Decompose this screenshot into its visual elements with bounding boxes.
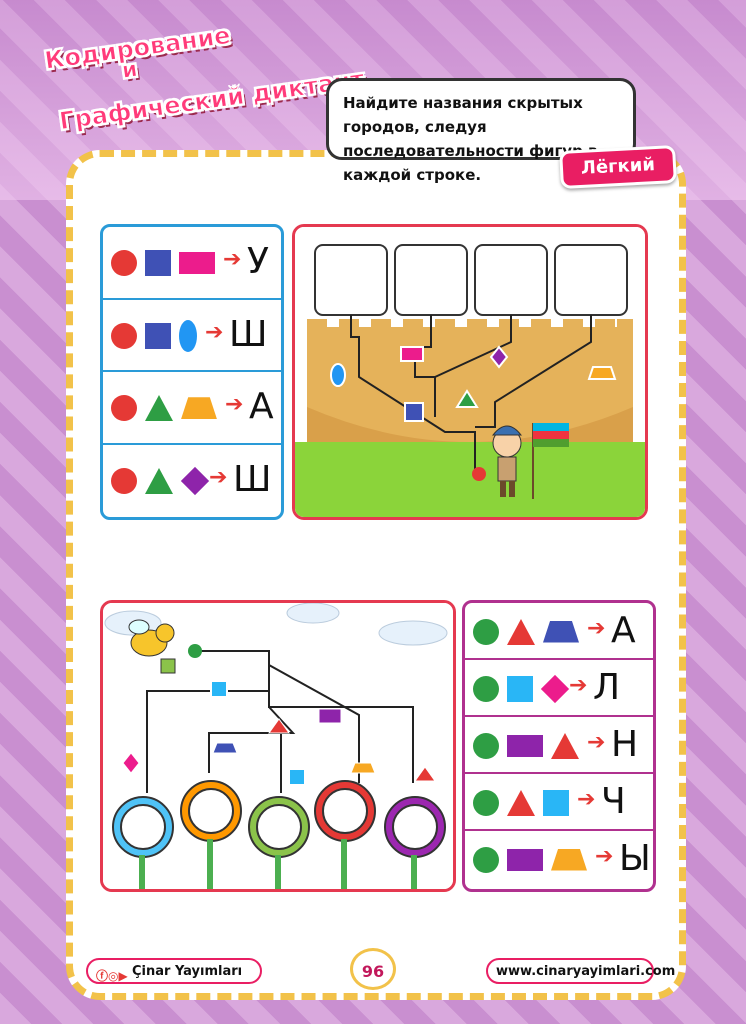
title-line-2: и xyxy=(120,57,140,85)
red-circle-icon xyxy=(111,467,137,494)
green-circle-icon xyxy=(473,675,499,702)
code-letter: А xyxy=(249,386,274,428)
code-row: ➔ Ч xyxy=(465,774,653,831)
blue-trapezoid-icon xyxy=(543,620,579,643)
flower-maze-illustration xyxy=(103,603,453,889)
code-row: ➔ У xyxy=(103,227,281,300)
cyan-square-icon xyxy=(507,675,533,702)
code-letter: Н xyxy=(611,723,639,765)
code-row: ➔ Л xyxy=(465,660,653,717)
code-letter: А xyxy=(611,609,636,651)
green-triangle-icon xyxy=(145,467,173,494)
blue-square-icon xyxy=(145,250,171,277)
purple-rectangle-icon xyxy=(507,848,543,871)
code-row: ➔ А xyxy=(103,372,281,445)
purple-rectangle-icon xyxy=(507,734,543,757)
code-letter: У xyxy=(247,241,269,283)
code-letter: Ы xyxy=(619,837,651,879)
castle-wall-illustration xyxy=(295,227,645,517)
red-triangle-icon xyxy=(551,732,579,759)
green-circle-icon xyxy=(473,732,499,759)
pink-diamond-icon xyxy=(540,674,570,703)
purple-diamond-icon xyxy=(180,466,210,495)
arrow-icon: ➔ xyxy=(569,672,588,698)
red-triangle-icon xyxy=(507,618,535,645)
code-row: ➔ Ш xyxy=(103,300,281,372)
arrow-icon: ➔ xyxy=(587,729,606,755)
publisher-bar: ⓕ◎▶ Çinar Yayımları xyxy=(86,958,262,984)
blue-oval-icon xyxy=(179,319,197,352)
arrow-icon: ➔ xyxy=(577,786,596,812)
orange-trapezoid-icon xyxy=(551,848,587,871)
puzzle2-scene xyxy=(100,600,456,892)
green-circle-icon xyxy=(473,846,499,873)
arrow-icon: ➔ xyxy=(205,319,224,345)
pink-rectangle-icon xyxy=(179,252,215,275)
social-icons: ⓕ◎▶ xyxy=(96,969,128,983)
website-bar: www.cinaryayimlari.com xyxy=(486,958,675,984)
code-row: ➔ Н xyxy=(465,717,653,774)
instruction-box: Найдите названия скрытых городов, следуя… xyxy=(326,78,636,184)
blue-square-icon xyxy=(145,322,171,349)
code-row: ➔ Ы xyxy=(465,831,653,888)
code-letter: Л xyxy=(593,666,621,708)
puzzle1-scene xyxy=(292,224,648,520)
code-row: ➔ А xyxy=(465,603,653,660)
code-letter: Ш xyxy=(233,458,272,500)
website-link[interactable]: www.cinaryayimlari.com xyxy=(496,964,675,979)
red-circle-icon xyxy=(111,322,137,349)
red-circle-icon xyxy=(111,250,137,277)
puzzle2-code-key: ➔ А ➔ Л ➔ Н ➔ Ч ➔ Ы xyxy=(462,600,656,892)
red-circle-icon xyxy=(111,395,137,422)
puzzle1-code-key: ➔ У ➔ Ш ➔ А ➔ Ш xyxy=(100,224,284,520)
green-circle-icon xyxy=(473,618,499,645)
red-triangle-icon xyxy=(507,789,535,816)
green-triangle-icon xyxy=(145,395,173,422)
orange-trapezoid-icon xyxy=(181,397,217,420)
arrow-icon: ➔ xyxy=(587,615,606,641)
arrow-icon: ➔ xyxy=(209,464,228,490)
level-badge: Лёгкий xyxy=(559,144,677,190)
cyan-square-icon xyxy=(543,789,569,816)
code-letter: Ш xyxy=(229,313,268,355)
page-number: 96 xyxy=(350,948,396,990)
arrow-icon: ➔ xyxy=(595,843,614,869)
arrow-icon: ➔ xyxy=(225,392,244,418)
code-letter: Ч xyxy=(601,780,626,822)
code-row: ➔ Ш xyxy=(103,445,281,518)
publisher-name: Çinar Yayımları xyxy=(132,964,243,979)
green-circle-icon xyxy=(473,789,499,816)
arrow-icon: ➔ xyxy=(223,247,242,273)
